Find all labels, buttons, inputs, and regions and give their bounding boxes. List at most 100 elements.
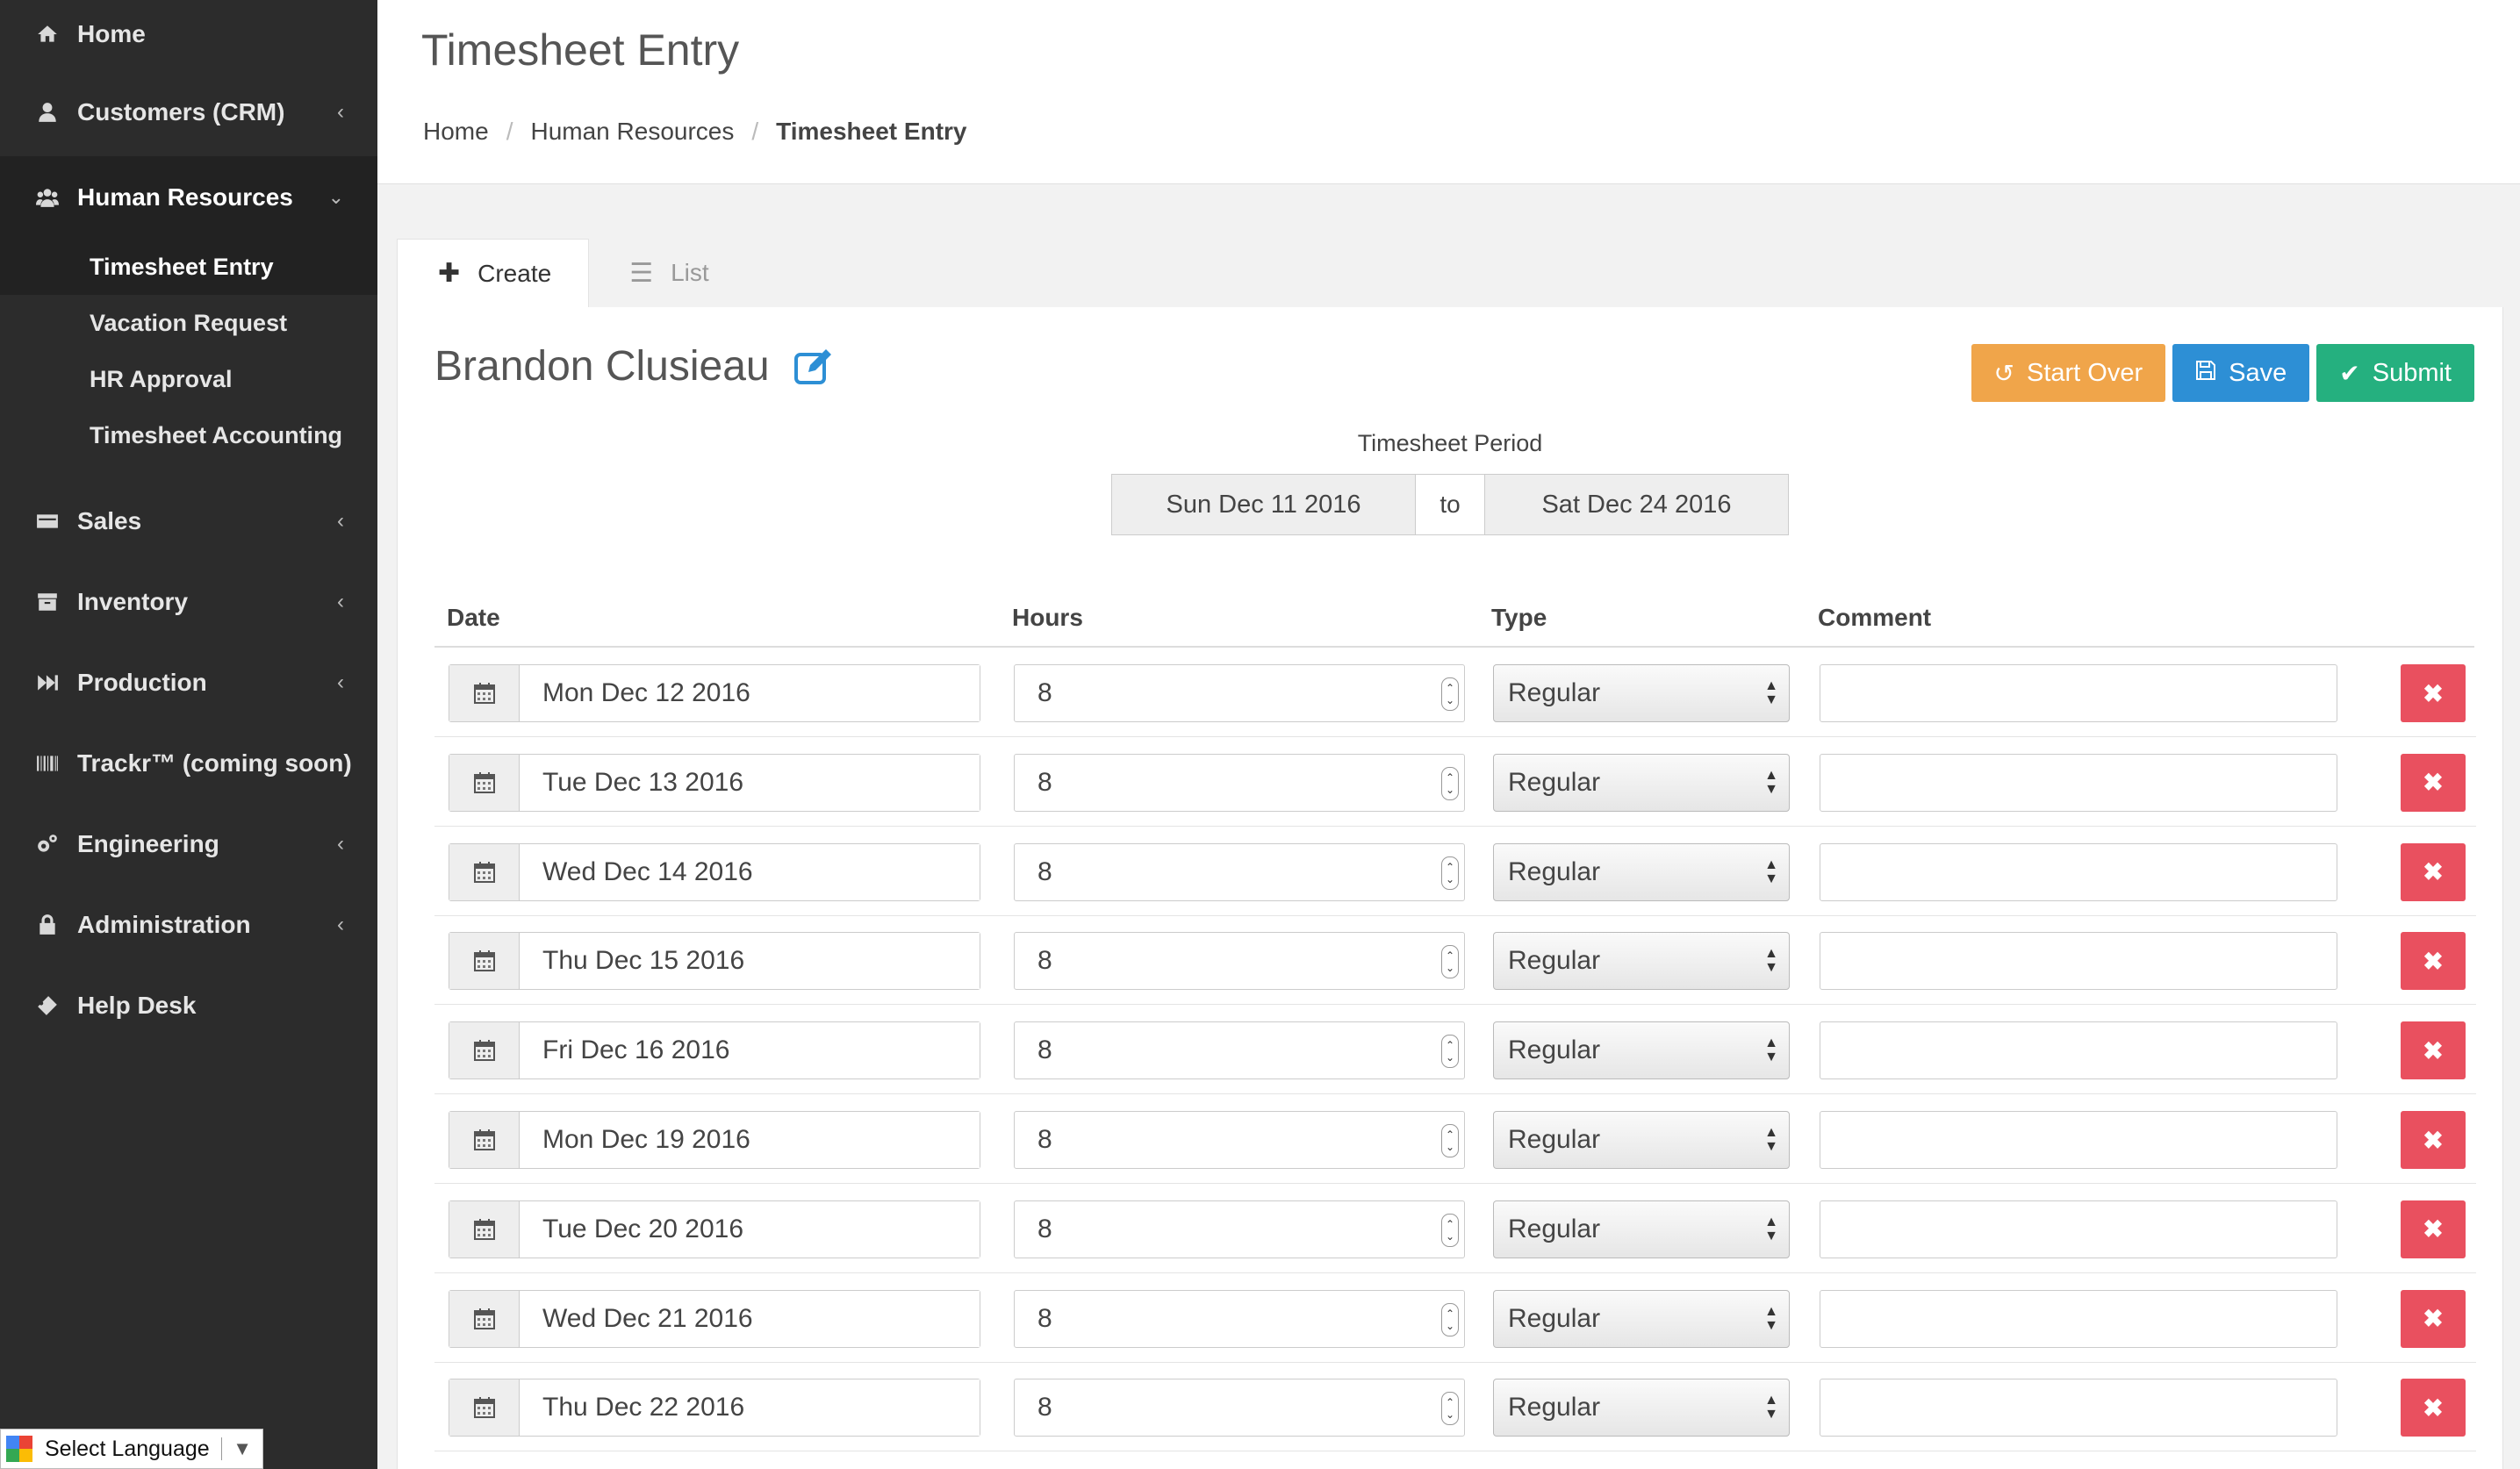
period-end-field[interactable]: Sat Dec 24 2016 xyxy=(1485,475,1788,534)
delete-row-button[interactable]: ✖ xyxy=(2401,753,2466,812)
sidebar-item-administration[interactable]: Administration ‹ xyxy=(0,885,377,965)
breadcrumb-home[interactable]: Home xyxy=(423,118,489,146)
date-input[interactable]: Thu Dec 15 2016 xyxy=(520,933,980,990)
tab-list[interactable]: ☰ List xyxy=(589,239,745,307)
type-select[interactable]: Regular ▲ ▼ xyxy=(1493,842,1790,901)
calendar-icon[interactable] xyxy=(449,1022,520,1079)
hours-input[interactable]: 8 ⌃ ⌄ xyxy=(1014,1021,1465,1080)
hours-input[interactable]: 8 ⌃ ⌄ xyxy=(1014,664,1465,722)
type-select[interactable]: Regular ▲ ▼ xyxy=(1493,932,1790,991)
sidebar-item-sales[interactable]: Sales ‹ xyxy=(0,481,377,562)
sidebar-item-engineering[interactable]: Engineering ‹ xyxy=(0,804,377,885)
comment-input[interactable] xyxy=(1820,1021,2337,1080)
lock-icon xyxy=(35,913,60,937)
delete-row-button[interactable]: ✖ xyxy=(2401,1379,2466,1437)
date-input[interactable]: Tue Dec 20 2016 xyxy=(520,1200,980,1258)
calendar-icon[interactable] xyxy=(449,1379,520,1437)
type-select[interactable]: Regular ▲ ▼ xyxy=(1493,1289,1790,1348)
type-value: Regular xyxy=(1508,1035,1601,1065)
comment-input[interactable] xyxy=(1820,1111,2337,1169)
language-selector[interactable]: Select Language ▼ xyxy=(0,1429,263,1469)
sidebar-item-trackr[interactable]: Trackr™ (coming soon) xyxy=(0,723,377,804)
close-icon: ✖ xyxy=(2423,1215,2444,1243)
type-select[interactable]: Regular ▲ ▼ xyxy=(1493,1200,1790,1258)
date-input[interactable]: Tue Dec 13 2016 xyxy=(520,754,980,811)
comment-input[interactable] xyxy=(1820,664,2337,722)
tab-create[interactable]: ✚ Create xyxy=(397,239,590,307)
comment-input[interactable] xyxy=(1820,1289,2337,1348)
hours-input[interactable]: 8 ⌃ ⌄ xyxy=(1014,1111,1465,1169)
comment-input[interactable] xyxy=(1820,753,2337,812)
hours-stepper[interactable]: ⌃ ⌄ xyxy=(1441,1302,1459,1336)
breadcrumb-human-resources[interactable]: Human Resources xyxy=(530,118,734,146)
sidebar-item-customers[interactable]: Customers (CRM) ‹ xyxy=(0,68,377,156)
hours-input[interactable]: 8 ⌃ ⌄ xyxy=(1014,1379,1465,1437)
calendar-icon[interactable] xyxy=(449,754,520,811)
hours-input[interactable]: 8 ⌃ ⌄ xyxy=(1014,1289,1465,1348)
calendar-icon[interactable] xyxy=(449,933,520,990)
delete-row-button[interactable]: ✖ xyxy=(2401,932,2466,991)
hours-input[interactable]: 8 ⌃ ⌄ xyxy=(1014,753,1465,812)
hours-stepper[interactable]: ⌃ ⌄ xyxy=(1441,1213,1459,1247)
hours-input[interactable]: 8 ⌃ ⌄ xyxy=(1014,932,1465,991)
type-select[interactable]: Regular ▲ ▼ xyxy=(1493,753,1790,812)
date-input[interactable]: Mon Dec 19 2016 xyxy=(520,1112,980,1168)
period-start-field[interactable]: Sun Dec 11 2016 xyxy=(1112,475,1415,534)
delete-row-button[interactable]: ✖ xyxy=(2401,1111,2466,1169)
date-input[interactable]: Thu Dec 22 2016 xyxy=(520,1379,980,1437)
hours-stepper[interactable]: ⌃ ⌄ xyxy=(1441,1124,1459,1157)
comment-input[interactable] xyxy=(1820,932,2337,991)
hours-stepper[interactable]: ⌃ ⌄ xyxy=(1441,945,1459,979)
timesheet-period-label: Timesheet Period xyxy=(1357,430,1543,456)
sidebar-item-inventory[interactable]: Inventory ‹ xyxy=(0,562,377,642)
calendar-icon[interactable] xyxy=(449,1112,520,1168)
calendar-icon[interactable] xyxy=(449,665,520,721)
hours-stepper[interactable]: ⌃ ⌄ xyxy=(1441,766,1459,800)
sidebar-item-label: Inventory xyxy=(77,588,189,615)
delete-row-button[interactable]: ✖ xyxy=(2401,664,2466,722)
date-input[interactable]: Wed Dec 21 2016 xyxy=(520,1290,980,1347)
save-button[interactable]: Save xyxy=(2172,344,2310,402)
close-icon: ✖ xyxy=(2423,947,2444,975)
type-select[interactable]: Regular ▲ ▼ xyxy=(1493,1379,1790,1437)
hours-stepper[interactable]: ⌃ ⌄ xyxy=(1441,1035,1459,1069)
calendar-icon[interactable] xyxy=(449,1200,520,1258)
sidebar-item-label: Customers (CRM) xyxy=(77,98,285,125)
close-icon: ✖ xyxy=(2423,1126,2444,1154)
date-field-group: Mon Dec 12 2016 xyxy=(449,664,980,722)
comment-input[interactable] xyxy=(1820,1379,2337,1437)
delete-row-button[interactable]: ✖ xyxy=(2401,1200,2466,1258)
date-input[interactable]: Mon Dec 12 2016 xyxy=(520,665,980,721)
delete-row-button[interactable]: ✖ xyxy=(2401,842,2466,901)
delete-row-button[interactable]: ✖ xyxy=(2401,1021,2466,1080)
sidebar-subitem-hr-approval[interactable]: HR Approval xyxy=(0,351,377,407)
tab-label: List xyxy=(671,259,709,286)
sidebar-subitem-timesheet-accounting[interactable]: Timesheet Accounting xyxy=(0,407,377,463)
hours-stepper[interactable]: ⌃ ⌄ xyxy=(1441,1392,1459,1426)
hours-input[interactable]: 8 ⌃ ⌄ xyxy=(1014,1200,1465,1258)
comment-input[interactable] xyxy=(1820,842,2337,901)
date-input[interactable]: Wed Dec 14 2016 xyxy=(520,843,980,900)
edit-icon[interactable] xyxy=(793,346,835,388)
type-select[interactable]: Regular ▲ ▼ xyxy=(1493,1111,1790,1169)
date-input[interactable]: Fri Dec 16 2016 xyxy=(520,1022,980,1079)
hours-input[interactable]: 8 ⌃ ⌄ xyxy=(1014,842,1465,901)
delete-row-button[interactable]: ✖ xyxy=(2401,1289,2466,1348)
type-select[interactable]: Regular ▲ ▼ xyxy=(1493,664,1790,722)
hours-stepper[interactable]: ⌃ ⌄ xyxy=(1441,856,1459,890)
breadcrumb-separator: / xyxy=(506,118,513,145)
sidebar-subitem-timesheet-entry[interactable]: Timesheet Entry xyxy=(0,239,377,295)
sidebar-item-human-resources[interactable]: Human Resources ⌄ xyxy=(0,156,377,239)
sidebar-item-home[interactable]: Home xyxy=(0,0,377,68)
submit-button[interactable]: ✔ Submit xyxy=(2316,344,2474,402)
start-over-button[interactable]: ↺ Start Over xyxy=(1971,344,2166,402)
sidebar-item-production[interactable]: Production ‹ xyxy=(0,642,377,723)
ticket-icon xyxy=(35,993,60,1018)
comment-input[interactable] xyxy=(1820,1200,2337,1258)
calendar-icon[interactable] xyxy=(449,1290,520,1347)
sidebar-subitem-vacation-request[interactable]: Vacation Request xyxy=(0,295,377,351)
calendar-icon[interactable] xyxy=(449,843,520,900)
type-select[interactable]: Regular ▲ ▼ xyxy=(1493,1021,1790,1080)
sidebar-item-help-desk[interactable]: Help Desk xyxy=(0,965,377,1046)
hours-stepper[interactable]: ⌃ ⌄ xyxy=(1441,677,1459,711)
